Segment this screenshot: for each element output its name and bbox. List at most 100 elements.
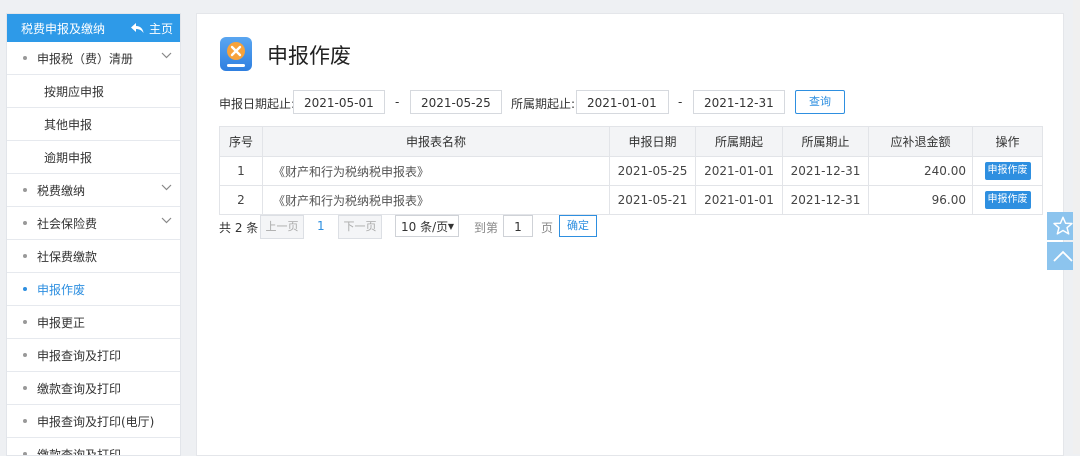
goto-label: 到第	[474, 219, 498, 236]
home-link[interactable]: 主页	[131, 20, 173, 37]
date-separator: -	[395, 95, 399, 109]
declaration-table: 序号申报表名称申报日期所属期起所属期止应补退金额操作 1《财产和行为税纳税申报表…	[219, 126, 1043, 215]
sidebar-item-6[interactable]: 社保费缴款	[7, 240, 180, 273]
column-header: 申报日期	[610, 127, 696, 157]
period-end-input[interactable]: 2021-12-31	[693, 90, 785, 114]
sidebar-item-4[interactable]: 税费缴纳	[7, 174, 180, 207]
next-page-button[interactable]: 下一页	[338, 215, 382, 239]
sidebar: 税费申报及缴纳 主页 申报税（费）清册按期应申报其他申报逾期申报税费缴纳社会保险…	[6, 13, 181, 456]
home-label: 主页	[149, 20, 173, 37]
sidebar-item-label: 申报税（费）清册	[37, 50, 133, 67]
sidebar-item-label: 申报更正	[37, 314, 85, 331]
bullet-icon	[23, 188, 27, 192]
column-header: 操作	[973, 127, 1043, 157]
sidebar-item-label: 其他申报	[44, 116, 92, 133]
cell-declare-date: 2021-05-21	[610, 186, 696, 215]
table-row: 1《财产和行为税纳税申报表》2021-05-252021-01-012021-1…	[220, 157, 1043, 186]
sidebar-item-label: 逾期申报	[44, 149, 92, 166]
sidebar-item-10[interactable]: 缴款查询及打印	[7, 372, 180, 405]
back-arrow-icon	[131, 23, 144, 34]
period-label: 所属期起止:	[511, 95, 575, 112]
cell-no: 2	[220, 186, 263, 215]
cell-amount: 96.00	[869, 186, 973, 215]
sidebar-item-label: 申报查询及打印	[37, 347, 121, 364]
column-header: 申报表名称	[263, 127, 610, 157]
page-title: 申报作废	[267, 40, 351, 70]
bullet-icon	[23, 320, 27, 324]
sidebar-item-label: 按期应申报	[44, 83, 104, 100]
filter-form: 申报日期起止: 2021-05-01 - 2021-05-25 所属期起止: 2…	[219, 90, 1059, 116]
chevron-down-icon	[161, 52, 172, 59]
query-button[interactable]: 查询	[795, 90, 845, 114]
cell-action: 申报作废	[973, 186, 1043, 215]
sidebar-item-12[interactable]: 缴款查询及打印	[7, 438, 180, 456]
column-header: 序号	[220, 127, 263, 157]
sidebar-item-7[interactable]: 申报作废	[7, 273, 180, 306]
sidebar-item-label: 社会保险费	[37, 215, 97, 232]
bullet-icon	[23, 254, 27, 258]
pagination: 共 2 条 上一页 1 下一页 10 条/页 ▼ 到第 1 页 确定	[219, 215, 1059, 239]
sidebar-item-label: 申报作废	[37, 281, 85, 298]
cell-period-end: 2021-12-31	[783, 186, 869, 215]
table-header-row: 序号申报表名称申报日期所属期起所属期止应补退金额操作	[220, 127, 1043, 157]
current-page[interactable]: 1	[317, 219, 325, 233]
cell-period-start: 2021-01-01	[696, 157, 783, 186]
page-size-select[interactable]: 10 条/页 ▼	[395, 215, 459, 237]
declare-start-input[interactable]: 2021-05-01	[293, 90, 385, 114]
bullet-icon	[23, 56, 27, 60]
bullet-icon	[23, 452, 27, 456]
page-unit-label: 页	[541, 219, 553, 236]
void-declaration-button[interactable]: 申报作废	[985, 191, 1031, 209]
bullet-icon	[23, 386, 27, 390]
cell-name: 《财产和行为税纳税申报表》	[263, 157, 610, 186]
cell-period-end: 2021-12-31	[783, 157, 869, 186]
sidebar-item-label: 申报查询及打印(电厅)	[37, 413, 154, 430]
bullet-icon	[23, 353, 27, 357]
declare-end-input[interactable]: 2021-05-25	[410, 90, 502, 114]
sidebar-item-label: 税费缴纳	[37, 182, 85, 199]
sidebar-item-0[interactable]: 申报税（费）清册	[7, 42, 180, 75]
column-header: 所属期止	[783, 127, 869, 157]
period-start-input[interactable]: 2021-01-01	[576, 90, 669, 114]
chevron-down-icon	[161, 184, 172, 191]
page-header: 申报作废	[219, 37, 351, 73]
chevron-down-icon	[161, 217, 172, 224]
page-size-value: 10 条/页	[401, 220, 448, 234]
goto-page-input[interactable]: 1	[503, 215, 533, 237]
cell-name: 《财产和行为税纳税申报表》	[263, 186, 610, 215]
cell-no: 1	[220, 157, 263, 186]
column-header: 所属期起	[696, 127, 783, 157]
goto-confirm-button[interactable]: 确定	[559, 215, 597, 237]
sidebar-item-1[interactable]: 按期应申报	[7, 75, 180, 108]
sidebar-item-2[interactable]: 其他申报	[7, 108, 180, 141]
cell-declare-date: 2021-05-25	[610, 157, 696, 186]
total-count: 共 2 条	[219, 219, 258, 236]
sidebar-header: 税费申报及缴纳 主页	[7, 14, 180, 42]
star-icon	[1052, 215, 1074, 237]
chevron-up-icon	[1052, 249, 1074, 263]
cell-action: 申报作废	[973, 157, 1043, 186]
sidebar-title: 税费申报及缴纳	[21, 20, 105, 37]
sidebar-item-9[interactable]: 申报查询及打印	[7, 339, 180, 372]
void-declaration-button[interactable]: 申报作废	[985, 162, 1031, 180]
main-panel: 申报作废 申报日期起止: 2021-05-01 - 2021-05-25 所属期…	[196, 13, 1064, 456]
sidebar-item-label: 社保费缴款	[37, 248, 97, 265]
prev-page-button[interactable]: 上一页	[260, 215, 304, 239]
dropdown-arrow-icon: ▼	[448, 216, 454, 238]
sidebar-item-label: 缴款查询及打印	[37, 446, 121, 456]
table-row: 2《财产和行为税纳税申报表》2021-05-212021-01-012021-1…	[220, 186, 1043, 215]
sidebar-item-8[interactable]: 申报更正	[7, 306, 180, 339]
period-separator: -	[678, 95, 682, 109]
page-scrollbar[interactable]	[1073, 0, 1080, 454]
bullet-icon	[23, 419, 27, 423]
sidebar-item-3[interactable]: 逾期申报	[7, 141, 180, 174]
cancel-declaration-icon	[219, 37, 253, 73]
sidebar-item-11[interactable]: 申报查询及打印(电厅)	[7, 405, 180, 438]
cell-amount: 240.00	[869, 157, 973, 186]
bullet-icon	[23, 221, 27, 225]
cell-period-start: 2021-01-01	[696, 186, 783, 215]
column-header: 应补退金额	[869, 127, 973, 157]
declare-date-label: 申报日期起止:	[219, 95, 295, 112]
sidebar-item-5[interactable]: 社会保险费	[7, 207, 180, 240]
bullet-icon	[23, 287, 27, 291]
